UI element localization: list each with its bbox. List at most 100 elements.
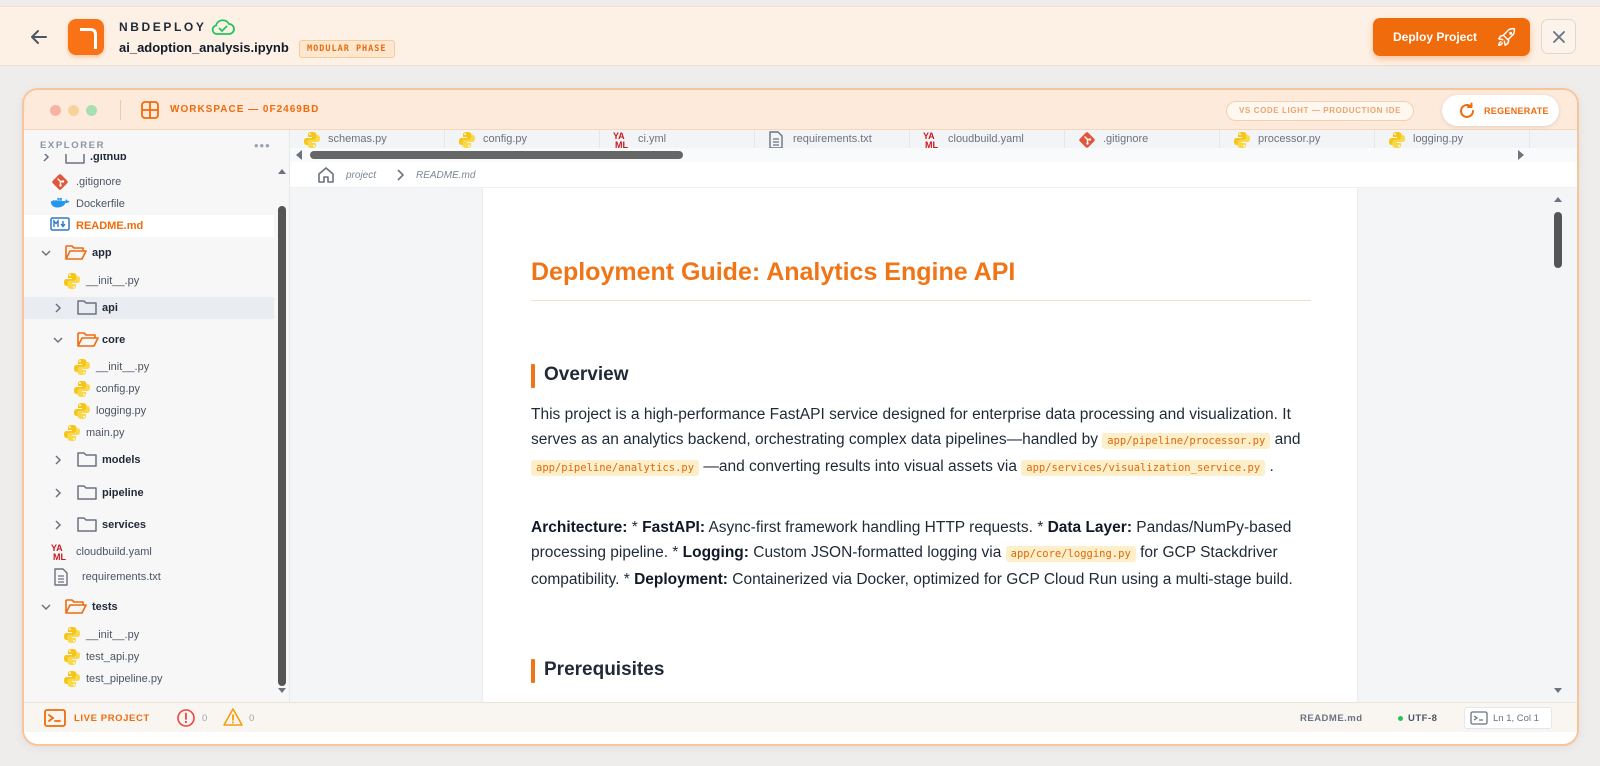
tree-item-gitignore[interactable]: .gitignore [24, 171, 274, 193]
tree-item-models[interactable]: models [24, 449, 274, 471]
tab-cloudbuild-yaml[interactable]: YA ML cloudbuild.yaml [910, 130, 1065, 148]
tree-item-services[interactable]: services [24, 514, 274, 536]
tree-item-label: models [102, 454, 141, 466]
chevron-down-icon[interactable] [40, 247, 52, 259]
tab-label: schemas.py [328, 133, 387, 145]
markdown-icon [50, 216, 70, 235]
tab-logging-py[interactable]: logging.py [1375, 130, 1530, 148]
window-maximize-dot[interactable] [86, 105, 97, 116]
python-file-icon [72, 357, 92, 380]
scroll-down-icon [1554, 688, 1562, 693]
tree-item-label: pipeline [102, 487, 144, 499]
svg-text:ML: ML [925, 140, 938, 148]
file-tree: .github .gitignore Dockerfile README.md app _… [24, 154, 274, 702]
tree-item-init-py[interactable]: __init__.py [24, 356, 274, 378]
editor-scrollbar[interactable] [1551, 190, 1565, 702]
tree-item-label: cloudbuild.yaml [76, 546, 152, 558]
folder-open-icon [64, 597, 88, 618]
folder-open-icon [76, 330, 100, 351]
tree-item-api[interactable]: api [24, 297, 274, 319]
tree-item-tests[interactable]: tests [24, 596, 274, 618]
tree-item-cloudbuild-yaml[interactable]: YA ML cloudbuild.yaml [24, 541, 274, 563]
encoding-status-dot [1398, 716, 1403, 721]
yaml-icon: YA ML [50, 542, 70, 565]
back-arrow-icon[interactable] [26, 24, 52, 50]
live-project-label[interactable]: LIVE PROJECT [74, 713, 150, 724]
cursor-position[interactable]: Ln 1, Col 1 [1464, 707, 1552, 729]
tabs-scroll-thumb[interactable] [310, 151, 683, 159]
window-minimize-dot[interactable] [68, 105, 79, 116]
status-bar: LIVE PROJECT 0 0 README.md UTF-8 Ln 1, C… [24, 702, 1577, 732]
explorer-scroll-thumb[interactable] [278, 206, 286, 686]
close-icon [1552, 30, 1565, 43]
scroll-left-icon [296, 150, 302, 160]
regenerate-button[interactable]: REGENERATE [1442, 95, 1559, 126]
cursor-position-label: Ln 1, Col 1 [1493, 713, 1539, 724]
tree-item-config-py[interactable]: config.py [24, 378, 274, 400]
tree-item-app[interactable]: app [24, 242, 274, 264]
tab-processor-py[interactable]: processor.py [1220, 130, 1375, 148]
explorer-scrollbar[interactable] [276, 166, 288, 696]
tab-label: requirements.txt [793, 133, 872, 145]
editor-scroll-thumb[interactable] [1554, 212, 1562, 268]
breadcrumb-project[interactable]: project [346, 170, 376, 181]
tree-item-core[interactable]: core [24, 329, 274, 351]
breadcrumb-file[interactable]: README.md [416, 170, 475, 181]
python-file-icon [457, 130, 477, 148]
tabs-scrollbar[interactable] [290, 148, 1577, 162]
tree-item-init-py[interactable]: __init__.py [24, 624, 274, 646]
encoding-label[interactable]: UTF-8 [1408, 713, 1437, 724]
error-icon[interactable] [176, 708, 196, 731]
chevron-down-icon[interactable] [40, 601, 52, 613]
tree-item-readme-md[interactable]: README.md [24, 215, 274, 237]
tab-label: config.py [483, 133, 528, 145]
tree-item-pipeline[interactable]: pipeline [24, 482, 274, 504]
tree-item-label: app [92, 247, 112, 259]
close-button[interactable] [1541, 19, 1576, 54]
window-close-dot[interactable] [50, 105, 61, 116]
tree-item-label: logging.py [96, 405, 147, 417]
markdown-preview[interactable]: Deployment Guide: Analytics Engine API O… [482, 188, 1358, 702]
tree-item-requirements-txt[interactable]: requirements.txt [24, 566, 274, 588]
tree-item-test-api-py[interactable]: test_api.py [24, 646, 274, 668]
tab-ci-yml[interactable]: YA ML ci.yml [600, 130, 755, 148]
notebook-file-name: ai_adoption_analysis.ipynb [119, 40, 289, 55]
cloud-check-icon [210, 17, 236, 42]
tree-item-github[interactable]: .github [24, 154, 274, 168]
scroll-up-icon [1554, 197, 1562, 202]
svg-text:ML: ML [53, 552, 66, 562]
tree-item-test-pipeline-py[interactable]: test_pipeline.py [24, 668, 274, 690]
chevron-down-icon[interactable] [52, 334, 64, 346]
chevron-right-icon[interactable] [52, 302, 64, 314]
tree-item-dockerfile[interactable]: Dockerfile [24, 193, 274, 215]
tab-gitignore[interactable]: .gitignore [1065, 130, 1220, 148]
tree-item-label: api [102, 302, 118, 314]
code-processor-path: app/pipeline/processor.py [1102, 433, 1271, 449]
workspace-label: WORKSPACE — 0F2469BD [170, 104, 320, 115]
chevron-right-icon[interactable] [52, 454, 64, 466]
more-options-icon[interactable]: ••• [254, 138, 271, 153]
chevron-right-icon[interactable] [40, 154, 52, 163]
folder-icon [76, 450, 98, 471]
tab-requirements-txt[interactable]: requirements.txt [755, 130, 910, 148]
deploy-project-button[interactable]: Deploy Project [1373, 18, 1530, 56]
tree-item-init-py[interactable]: __init__.py [24, 270, 274, 292]
chevron-right-icon[interactable] [52, 487, 64, 499]
home-icon[interactable] [316, 165, 336, 188]
tab-label: logging.py [1413, 133, 1464, 145]
tree-item-label: __init__.py [86, 629, 140, 641]
tree-item-main-py[interactable]: main.py [24, 422, 274, 444]
tab-schemas-py[interactable]: schemas.py [290, 130, 445, 148]
tree-item-logging-py[interactable]: logging.py [24, 400, 274, 422]
editor-content: Deployment Guide: Analytics Engine API O… [290, 188, 1577, 702]
document-title: Deployment Guide: Analytics Engine API [531, 258, 1016, 286]
tab-config-py[interactable]: config.py [445, 130, 600, 148]
tree-item-label: Dockerfile [76, 198, 125, 210]
title-divider [531, 300, 1311, 301]
folder-icon [64, 154, 86, 168]
regenerate-label: REGENERATE [1484, 105, 1549, 116]
chevron-right-icon[interactable] [52, 519, 64, 531]
theme-badge: VS CODE LIGHT — PRODUCTION IDE [1226, 101, 1415, 121]
warning-icon[interactable] [222, 707, 244, 730]
breadcrumb: project README.md [290, 162, 1577, 188]
